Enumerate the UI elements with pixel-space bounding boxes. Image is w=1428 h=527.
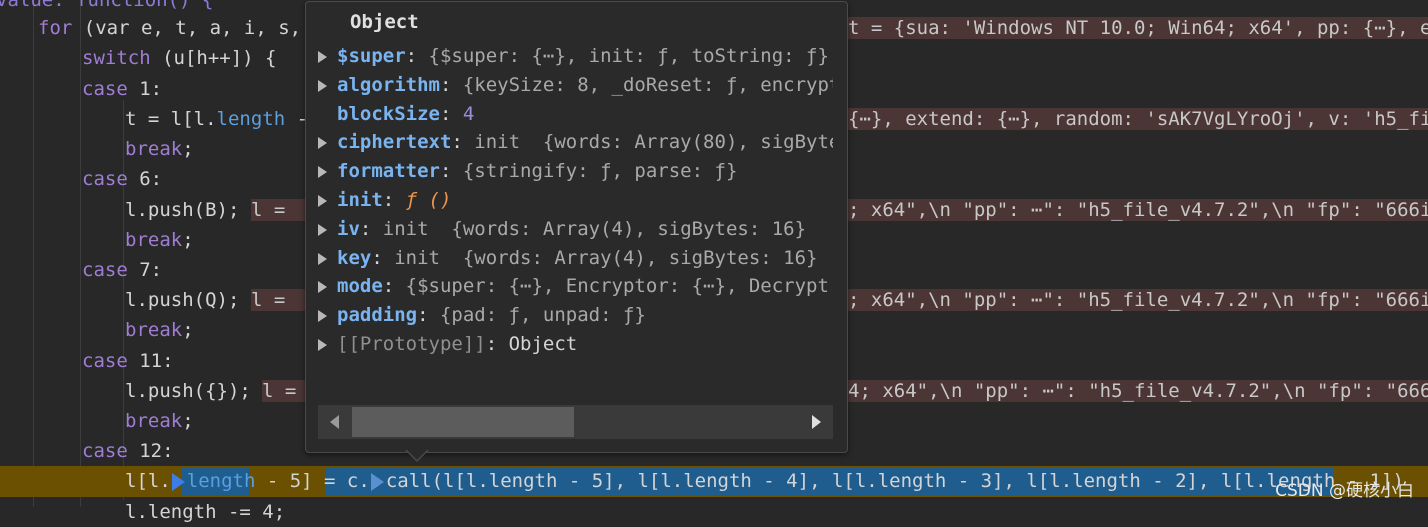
- inline-breakpoint-icon[interactable]: [171, 472, 185, 491]
- code-line-call[interactable]: l[l. length - 5] = c. call(l[l.length - 5]…: [125, 466, 1404, 497]
- scroll-left-arrow-icon[interactable]: [330, 415, 339, 429]
- inline-value-json: ; x64",\n "pp": ⋯": "h5_file_v4.7.2",\n …: [848, 289, 1428, 311]
- code-line-break: break;: [125, 138, 194, 160]
- inline-value-t: t = {sua: 'Windows NT 10.0; Win64; x64',…: [848, 17, 1428, 39]
- expand-triangle-icon[interactable]: [318, 79, 327, 92]
- expand-triangle-icon[interactable]: [318, 280, 327, 293]
- property-prototype[interactable]: [[Prototype]]: Object: [318, 330, 833, 358]
- object-preview-popover[interactable]: Object $super: {$super: {⋯}, init: ƒ, to…: [305, 1, 848, 453]
- property-blocksize: blockSize: 4: [337, 103, 475, 125]
- code-line-break: break;: [125, 410, 194, 432]
- property-super[interactable]: $super: {$super: {⋯}, init: ƒ, toString:…: [318, 42, 833, 70]
- code-line-last: l.length -= 4;: [125, 501, 286, 523]
- popover-title: Object: [350, 11, 419, 33]
- code-line-push-obj: l.push({});: [125, 380, 251, 402]
- popover-pointer: [406, 449, 428, 460]
- property-mode[interactable]: mode: {$super: {⋯}, Encryptor: {⋯}, Decr…: [318, 272, 833, 300]
- expand-triangle-icon[interactable]: [318, 50, 327, 63]
- inline-value-case1: {⋯}, extend: {⋯}, random: 'sAK7VgLYroOj'…: [848, 108, 1428, 130]
- indent-guide: [33, 0, 34, 507]
- property-init[interactable]: init: ƒ (): [318, 186, 833, 214]
- inline-value-json: 4; x64",\n "pp": ⋯": "h5_file_v4.7.2",\n…: [848, 380, 1428, 402]
- inline-value-l: l =: [262, 380, 305, 402]
- property-algorithm[interactable]: algorithm: {keySize: 8, _doReset: ƒ, enc…: [318, 71, 833, 99]
- scroll-right-arrow-icon[interactable]: [812, 415, 821, 429]
- expand-triangle-icon[interactable]: [318, 252, 327, 265]
- indent-guide: [80, 0, 81, 507]
- property-padding[interactable]: padding: {pad: ƒ, unpad: ƒ}: [318, 301, 833, 329]
- horizontal-scrollbar[interactable]: [318, 405, 833, 439]
- scrollbar-thumb[interactable]: [352, 407, 574, 437]
- inline-breakpoint-icon[interactable]: [370, 472, 384, 491]
- code-line-case1: case 1:: [82, 78, 163, 100]
- expand-triangle-icon[interactable]: [318, 223, 327, 236]
- expand-triangle-icon[interactable]: [318, 309, 327, 322]
- watermark: CSDN @硬核小白: [1275, 481, 1414, 501]
- code-line-push-b: l.push(B);: [125, 199, 240, 221]
- expand-triangle-icon[interactable]: [318, 338, 327, 351]
- property-formatter[interactable]: formatter: {stringify: ƒ, parse: ƒ}: [318, 157, 833, 185]
- inline-value-l: l =: [251, 289, 305, 311]
- code-line-for: for (var e, t, a, i, s, c: [38, 17, 324, 39]
- property-key[interactable]: key: init {words: Array(4), sigBytes: 16…: [318, 244, 833, 272]
- property-ciphertext[interactable]: ciphertext: init {words: Array(80), sigB…: [318, 128, 833, 156]
- expand-triangle-icon[interactable]: [318, 194, 327, 207]
- inline-value-json: ; x64",\n "pp": ⋯": "h5_file_v4.7.2",\n …: [848, 199, 1428, 221]
- code-line-break: break;: [125, 319, 194, 341]
- code-line-case12: case 12:: [82, 440, 174, 462]
- code-line-case11: case 11:: [82, 350, 174, 372]
- expand-triangle-icon[interactable]: [318, 136, 327, 149]
- expand-triangle-icon[interactable]: [318, 165, 327, 178]
- code-line-case7: case 7:: [82, 259, 163, 281]
- property-iv[interactable]: iv: init {words: Array(4), sigBytes: 16}: [318, 215, 833, 243]
- code-line-t-assign: t = l[l.length -: [125, 108, 309, 130]
- code-line-push-q: l.push(Q);: [125, 289, 240, 311]
- inline-value-l: l =: [251, 199, 305, 221]
- code-line-case6: case 6:: [82, 168, 163, 190]
- code-line-break: break;: [125, 229, 194, 251]
- code-line-switch: switch (u[h++]) {: [82, 47, 277, 69]
